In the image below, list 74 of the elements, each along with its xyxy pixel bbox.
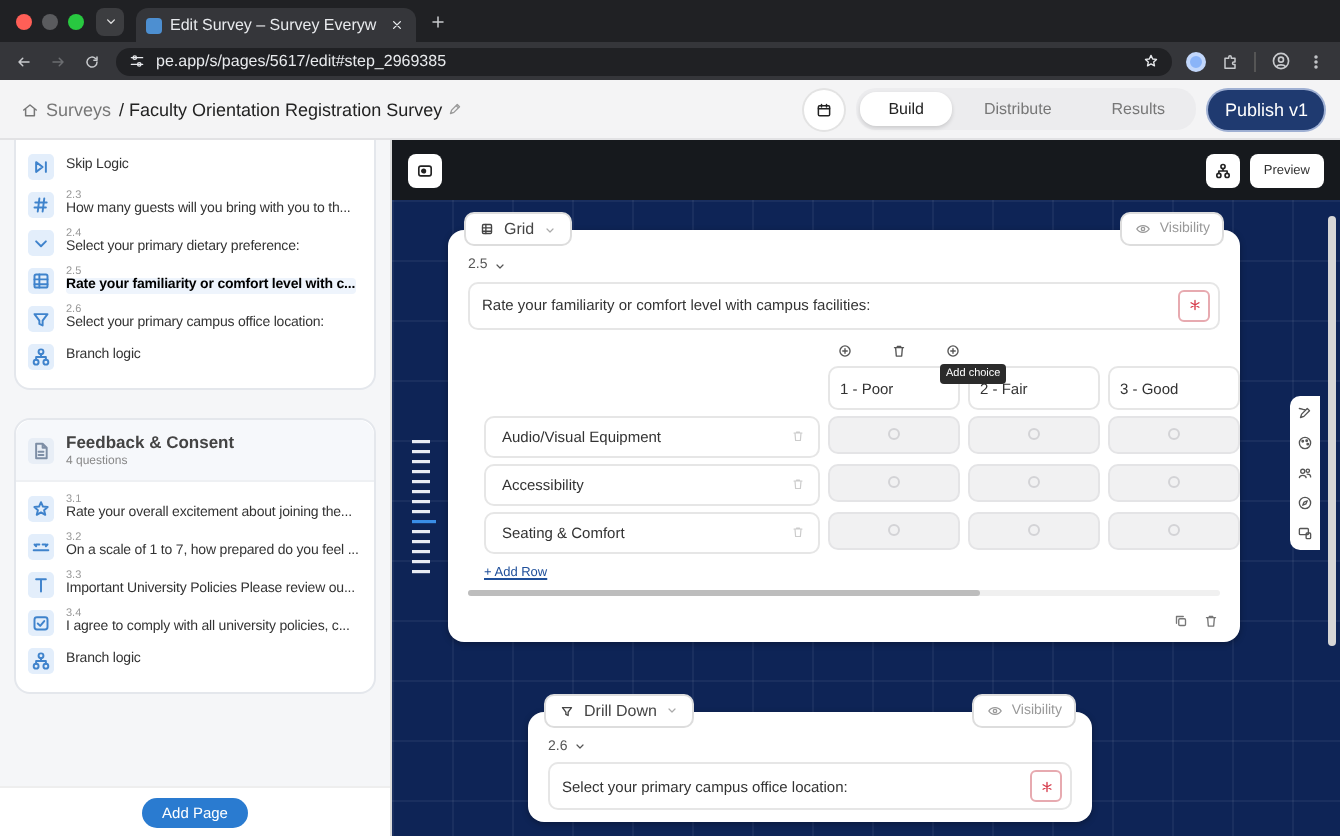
calendar-button[interactable] [804,89,845,129]
close-window-button[interactable] [16,13,32,29]
tab-list-button[interactable] [96,7,124,35]
branch-icon [28,648,54,674]
maximize-window-button[interactable] [68,13,84,29]
skip-icon [28,154,54,180]
section-title: Feedback & Consent [66,432,235,452]
palette-icon[interactable] [1296,434,1314,452]
radio-button[interactable] [1168,476,1180,488]
panel-icon [414,159,436,181]
extension-icon[interactable] [1186,51,1206,71]
panel-toggle-button[interactable] [408,153,442,187]
compass-icon[interactable] [1296,494,1314,512]
url-text: pe.app/s/pages/5617/edit#step_2969385 [156,52,449,70]
radio-button[interactable] [1028,476,1040,488]
eye-icon [1133,220,1152,238]
close-icon[interactable] [388,16,406,34]
add-icon[interactable] [836,341,854,359]
screens-icon[interactable] [1296,524,1314,542]
radio-button[interactable] [1028,524,1040,536]
funnel-icon [28,306,54,332]
calendar-icon [814,99,835,119]
document-icon [28,437,54,463]
radio-button[interactable] [888,476,900,488]
branch-icon [28,344,54,370]
grid-icon [478,220,496,238]
scrollbar-thumb[interactable] [468,589,980,595]
reload-icon[interactable] [82,51,102,71]
question-type-selector[interactable]: Grid [464,212,573,246]
vertical-scrollbar[interactable] [1328,216,1336,646]
grid-icon [28,268,54,294]
view-tab[interactable]: Distribute [955,92,1080,126]
view-tab[interactable]: Results [1083,92,1193,126]
radio-button[interactable] [1168,428,1180,440]
star-icon[interactable] [1142,52,1160,70]
survey-title: / Faculty Orientation Registration Survey [119,99,443,119]
scale-icon [28,534,54,560]
publish-button[interactable]: Publish v1 [1208,89,1324,129]
asterisk-icon [1185,296,1203,314]
people-icon[interactable] [1296,464,1314,482]
tune-icon [128,52,146,70]
question-type-selector[interactable]: Drill Down [544,693,695,727]
puzzle-icon[interactable] [1220,51,1240,71]
trash-icon[interactable] [1202,611,1220,629]
radio-button[interactable] [888,428,900,440]
minimize-window-button[interactable] [42,13,58,29]
funnel-icon [558,701,576,719]
radio-button[interactable] [888,524,900,536]
view-tab[interactable]: Build [860,92,952,126]
required-toggle[interactable] [1030,770,1062,802]
trash-icon[interactable] [890,341,908,359]
branch-icon [1211,159,1234,181]
text-icon [28,572,54,598]
favicon-icon [146,17,162,33]
checkbox-icon [28,610,54,636]
radio-button[interactable] [1028,428,1040,440]
star-icon [28,496,54,522]
required-toggle[interactable] [1178,289,1210,321]
asterisk-icon [1037,777,1055,795]
add-icon[interactable] [944,341,962,359]
pen-icon[interactable] [1296,404,1314,422]
tab-title: Edit Survey – Survey Everyw [170,16,379,34]
chevron-icon [28,230,54,256]
eye-icon [985,701,1004,719]
profile-icon[interactable] [1270,50,1292,72]
logic-map-button[interactable] [1205,153,1240,187]
plus-icon[interactable] [428,11,448,31]
browser-tab[interactable]: Edit Survey – Survey Everyw [136,8,416,42]
breadcrumb-link[interactable]: Surveys [46,99,112,119]
hash-icon [28,192,54,218]
copy-icon[interactable] [1172,611,1190,629]
address-bar[interactable]: pe.app/s/pages/5617/edit#step_2969385 [116,47,1172,75]
radio-button[interactable] [1168,524,1180,536]
home-icon [20,99,40,119]
